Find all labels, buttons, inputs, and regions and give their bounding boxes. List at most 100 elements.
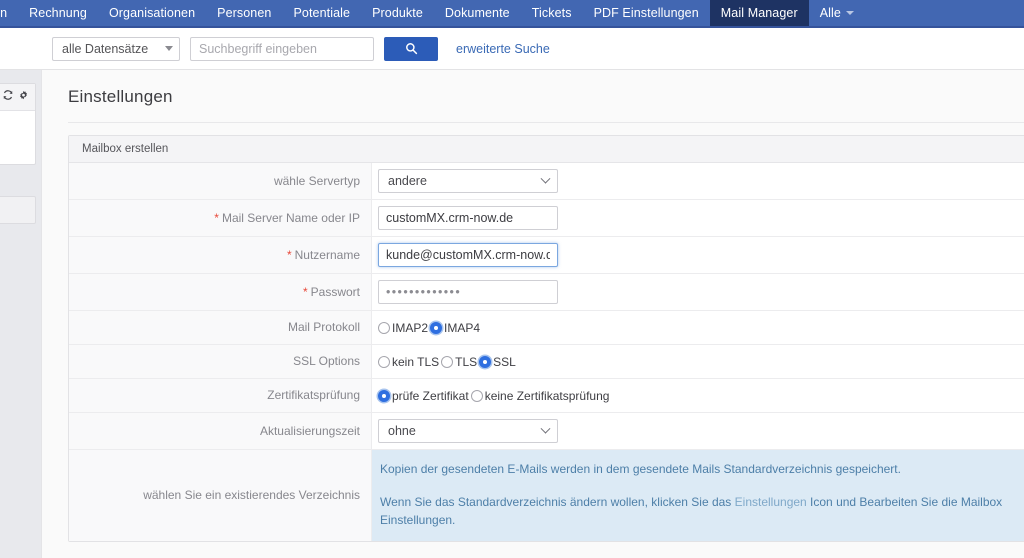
form-field-servertype: andere [372, 163, 1024, 199]
nav-item-label: Produkte [372, 6, 423, 20]
form-field-ssl: kein TLS TLS SSL [372, 345, 1024, 378]
main-content: Einstellungen Mailbox erstellen wähle Se… [41, 69, 1024, 558]
form-field-protocol: IMAP2 IMAP4 [372, 311, 1024, 344]
radio-label: prüfe Zertifikat [392, 388, 469, 403]
nav-item-label: Personen [217, 6, 272, 20]
label-text: Zertifikatsprüfung [267, 388, 360, 403]
form-row-password: * Passwort [69, 274, 1024, 311]
ssl-radio-group: kein TLS TLS SSL [378, 355, 516, 369]
nav-item-rechnung[interactable]: Rechnung [18, 0, 98, 26]
nav-item-dokumente[interactable]: Dokumente [434, 0, 521, 26]
search-input[interactable] [190, 36, 374, 61]
nav-item-alle[interactable]: Alle [809, 0, 865, 26]
radio-icon [378, 321, 390, 334]
username-input[interactable] [378, 243, 558, 267]
form-label-protocol: Mail Protokoll [69, 311, 372, 344]
refresh-icon[interactable] [2, 89, 14, 105]
nav-item-label: PDF Einstellungen [593, 6, 699, 20]
form-label-ssl: SSL Options [69, 345, 372, 378]
search-scope-select[interactable]: alle Datensätze [52, 36, 180, 61]
nav-item-pdf-einstellungen[interactable]: PDF Einstellungen [583, 0, 710, 26]
label-text: wählen Sie ein existierendes Verzeichnis [143, 488, 360, 503]
panel-header: Mailbox erstellen [69, 136, 1024, 163]
label-text: SSL Options [293, 354, 360, 369]
nav-item-label: Dokumente [444, 6, 510, 20]
nav-item-label: Alle [819, 6, 841, 20]
form-field-username [372, 237, 1024, 273]
form-row-directory: wählen Sie ein existierendes Verzeichnis… [69, 450, 1024, 542]
top-navigation-bar: gen Rechnung Organisationen Personen Pot… [0, 0, 1024, 26]
search-icon [405, 43, 417, 55]
form-field-password [372, 274, 1024, 310]
nav-item-label: Rechnung [29, 6, 87, 20]
directory-info-box: Kopien der gesendeten E-Mails werden in … [372, 450, 1024, 542]
directory-info-line-2: Wenn Sie das Standardverzeichnis ändern … [380, 494, 1010, 529]
label-text: Mail Protokoll [287, 320, 360, 335]
protocol-radio-group: IMAP2 IMAP4 [378, 321, 480, 335]
form-row-certcheck: Zertifikatsprüfung prüfe Zertifikat kein… [69, 379, 1024, 413]
radio-icon [378, 355, 390, 368]
form-label-refreshtime: Aktualisierungszeit [69, 413, 372, 449]
form-field-mailserver [372, 200, 1024, 236]
nav-item-label: Tickets [531, 6, 572, 20]
form-label-password: * Passwort [69, 274, 372, 310]
title-divider [68, 122, 1024, 123]
refreshtime-value: ohne [388, 424, 416, 438]
directory-info-line-1: Kopien der gesendeten E-Mails werden in … [380, 462, 901, 476]
nav-item-personen[interactable]: Personen [206, 0, 282, 26]
left-panel-card [0, 83, 36, 165]
nav-item-tickets[interactable]: Tickets [521, 0, 583, 26]
form-field-refreshtime: ohne [372, 413, 1024, 449]
form-field-certcheck: prüfe Zertifikat keine Zertifikatsprüfun… [372, 379, 1024, 412]
nav-item-0[interactable]: gen [0, 0, 18, 26]
radio-label: kein TLS [392, 354, 440, 369]
radio-icon-selected [430, 321, 443, 334]
radio-label: SSL [493, 354, 516, 369]
radio-label: IMAP2 [392, 320, 429, 335]
radio-option-imap4[interactable]: IMAP4 [430, 321, 480, 335]
nav-item-label: Organisationen [108, 6, 196, 20]
radio-label: TLS [455, 354, 478, 369]
label-text: Nutzername [294, 247, 360, 262]
radio-label: IMAP4 [444, 320, 481, 335]
nav-item-mail-manager[interactable]: Mail Manager [709, 0, 809, 26]
info-text-a: Wenn Sie das Standardverzeichnis ändern … [380, 495, 735, 510]
search-button[interactable] [384, 36, 438, 61]
radio-option-ssl[interactable]: SSL [479, 355, 516, 369]
form-label-mailserver: * Mail Server Name oder IP [69, 200, 372, 236]
mailserver-input[interactable] [378, 206, 558, 230]
form-row-protocol: Mail Protokoll IMAP2 IMAP4 [69, 311, 1024, 345]
radio-icon-selected [378, 389, 390, 402]
radio-option-pruefe-zertifikat[interactable]: prüfe Zertifikat [378, 389, 469, 403]
radio-icon [441, 355, 454, 368]
form-label-servertype: wähle Servertyp [69, 163, 372, 199]
nav-item-label: Mail Manager [720, 6, 798, 20]
chevron-down-icon [540, 423, 551, 434]
form-label-username: * Nutzername [69, 237, 372, 273]
nav-item-produkte[interactable]: Produkte [361, 0, 434, 26]
advanced-search-link[interactable]: erweiterte Suche [456, 42, 550, 56]
radio-option-keine-zertifikatspruefung[interactable]: keine Zertifikatsprüfung [470, 389, 609, 403]
password-input[interactable] [378, 280, 558, 304]
left-panel-card-header [0, 84, 35, 111]
form-label-directory: wählen Sie ein existierendes Verzeichnis [69, 450, 372, 542]
label-text: Passwort [310, 284, 360, 299]
global-search-bar: alle Datensätze erweiterte Suche [0, 28, 1024, 70]
chevron-down-icon [540, 173, 551, 184]
form-row-servertype: wähle Servertyp andere [69, 163, 1024, 200]
gear-icon[interactable] [18, 89, 29, 105]
search-scope-value: alle Datensätze [62, 41, 149, 56]
servertype-select[interactable]: andere [378, 169, 558, 193]
nav-item-organisationen[interactable]: Organisationen [98, 0, 206, 26]
form-row-mailserver: * Mail Server Name oder IP [69, 200, 1024, 237]
form-row-username: * Nutzername [69, 237, 1024, 274]
label-text: wähle Servertyp [273, 173, 360, 188]
required-asterisk: * [286, 247, 292, 262]
nav-item-label: gen [0, 6, 8, 20]
certcheck-radio-group: prüfe Zertifikat keine Zertifikatsprüfun… [378, 389, 609, 403]
nav-item-potentiale[interactable]: Potentiale [282, 0, 361, 26]
radio-option-tls[interactable]: TLS [441, 355, 477, 369]
radio-option-kein-tls[interactable]: kein TLS [378, 355, 439, 369]
refreshtime-select[interactable]: ohne [378, 419, 558, 443]
radio-option-imap2[interactable]: IMAP2 [378, 321, 428, 335]
